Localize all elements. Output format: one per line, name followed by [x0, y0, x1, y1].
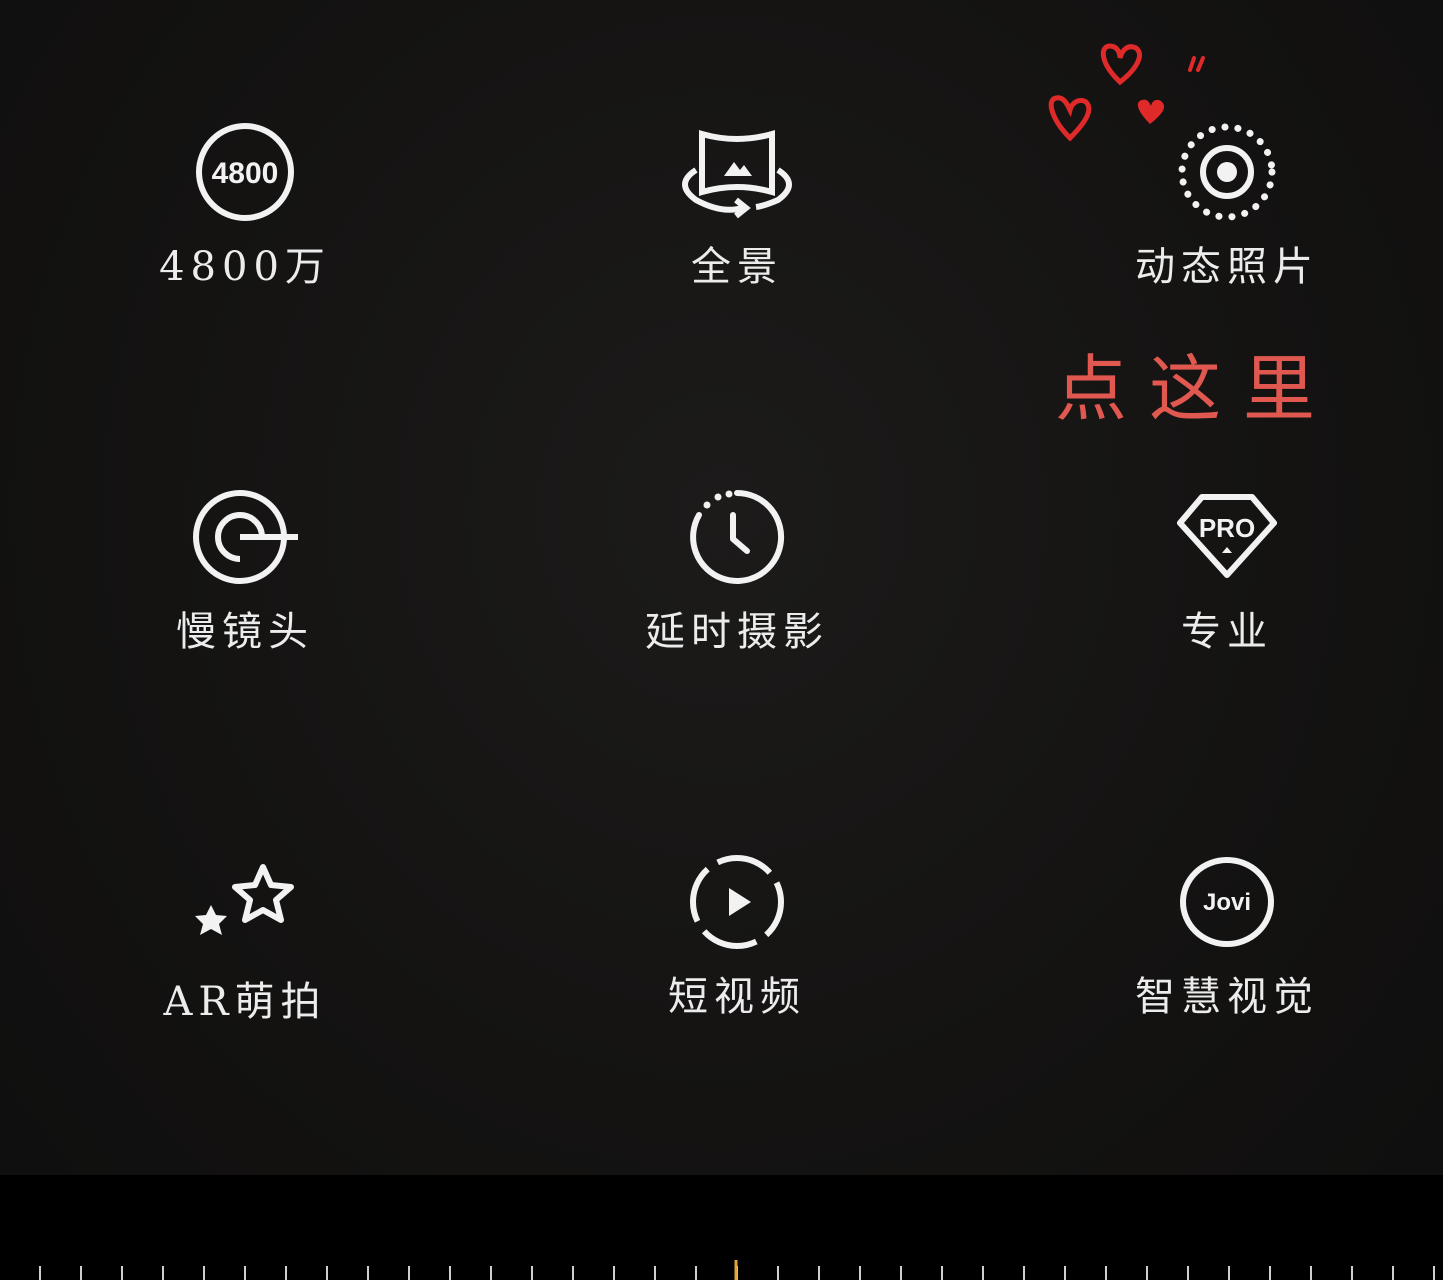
- mode-label-jovi: 智慧视觉: [1135, 974, 1319, 1020]
- mode-short-video[interactable]: 短视频: [587, 850, 887, 1022]
- mode-ar[interactable]: AR萌拍: [95, 855, 395, 1027]
- mode-label-timelapse: 延时摄影: [645, 609, 829, 655]
- mode-label-ar: AR萌拍: [163, 979, 327, 1025]
- hearts-doodle: [1048, 43, 1205, 142]
- short-video-icon: [690, 855, 784, 949]
- mode-pro[interactable]: PRO 专业: [1077, 485, 1377, 657]
- camera-modes-grid: 4800 4800万 全景 动态照片 慢镜头 延时摄影 PRO 专业 AR萌拍 …: [0, 0, 1443, 1175]
- bottom-bar: [0, 1175, 1443, 1280]
- panorama-icon: [682, 130, 792, 219]
- ar-stars-icon: [195, 864, 294, 935]
- 4800-icon-text: 4800: [212, 157, 279, 190]
- mode-label-48mp: 4800万: [159, 244, 331, 290]
- jovi-icon: Jovi: [1180, 857, 1274, 947]
- mode-label-slowmo: 慢镜头: [176, 609, 314, 655]
- pro-icon-text: PRO: [1199, 513, 1255, 543]
- mode-timelapse[interactable]: 延时摄影: [587, 485, 887, 657]
- pro-icon: PRO: [1177, 494, 1277, 578]
- mode-label-panorama: 全景: [691, 244, 783, 290]
- mode-panorama[interactable]: 全景: [587, 120, 887, 292]
- mode-jovi[interactable]: Jovi 智慧视觉: [1077, 850, 1377, 1022]
- mode-label-pro: 专业: [1181, 609, 1273, 655]
- timelapse-icon: [690, 490, 785, 584]
- mode-label-short-video: 短视频: [668, 974, 806, 1020]
- mode-slowmo[interactable]: 慢镜头: [95, 485, 395, 657]
- 4800-circle-icon: 4800: [196, 123, 294, 221]
- tap-here-annotation: 点这里: [1055, 347, 1338, 431]
- mode-label-motion-photo: 动态照片: [1135, 244, 1319, 290]
- slow-motion-icon: [193, 490, 298, 584]
- mode-48mp[interactable]: 4800 4800万: [95, 120, 395, 292]
- zoom-tick-scale[interactable]: [0, 1260, 1443, 1280]
- jovi-icon-text: Jovi: [1203, 889, 1251, 916]
